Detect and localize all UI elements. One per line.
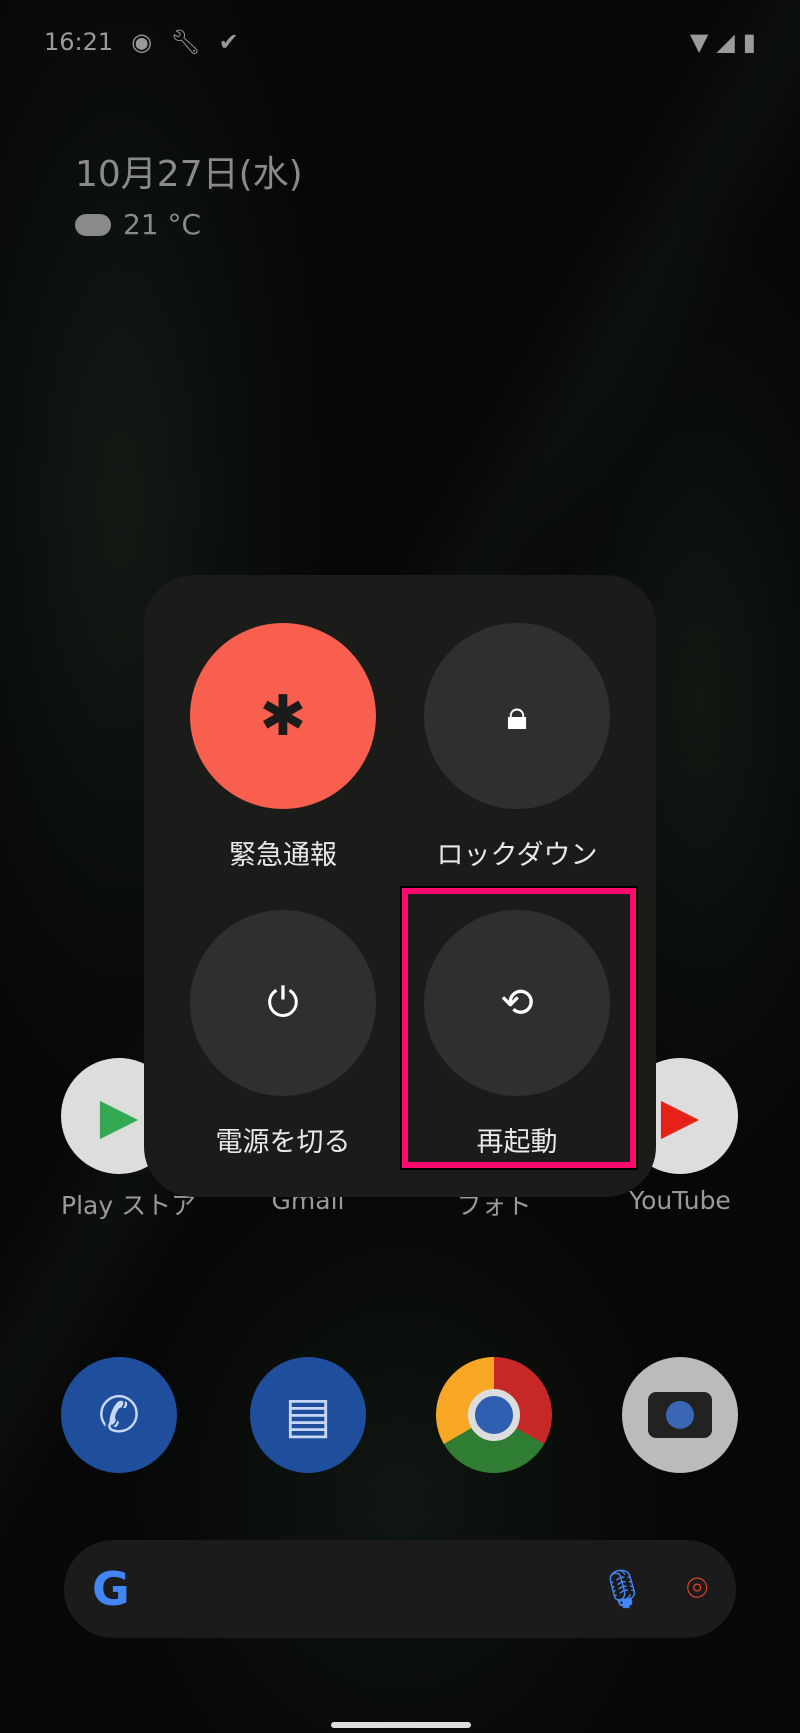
app-label: YouTube — [629, 1186, 731, 1215]
camera-icon — [622, 1357, 738, 1473]
lock-icon: 🔒︎ — [424, 623, 610, 809]
emergency-label: 緊急通報 — [229, 840, 337, 871]
dock-camera[interactable] — [622, 1357, 738, 1473]
wrench-icon: 🔧︎ — [170, 28, 201, 56]
status-bar: 16:21 ◉ 🔧︎ ✔ ▼ ◢ ▮ — [44, 22, 756, 62]
restart-highlight-box — [400, 886, 638, 1170]
emergency-button[interactable]: ✱ 緊急通報 — [190, 623, 376, 872]
temperature: 21 °C — [123, 208, 202, 241]
lockdown-button[interactable]: 🔒︎ ロックダウン — [424, 623, 610, 872]
google-g-icon: G — [92, 1562, 130, 1616]
power-off-label: 電源を切る — [215, 1127, 351, 1158]
date-widget[interactable]: 10月27日(水) — [75, 145, 303, 197]
signal-icon: ◢ — [716, 28, 735, 56]
navigation-handle[interactable] — [331, 1722, 471, 1728]
dock-phone[interactable]: ✆ — [61, 1357, 177, 1473]
weather-widget[interactable]: 21 °C — [75, 208, 201, 241]
google-search-bar[interactable]: G 🎙︎ ⌾ — [64, 1540, 736, 1638]
cloud-icon — [75, 213, 111, 236]
check-badge-icon: ✔ — [218, 28, 239, 56]
data-saver-icon: ◉ — [131, 28, 153, 56]
lockdown-label: ロックダウン — [436, 840, 598, 871]
phone-icon: ✆ — [61, 1357, 177, 1473]
asterisk-icon: ✱ — [190, 623, 376, 809]
battery-charging-icon: ▮ — [742, 28, 756, 56]
wifi-icon: ▼ — [689, 28, 709, 56]
app-label: Play ストア — [61, 1191, 197, 1220]
mic-icon[interactable]: 🎙︎ — [598, 1567, 646, 1612]
chrome-icon — [436, 1357, 552, 1473]
dock-messages[interactable]: ▤ — [250, 1357, 366, 1473]
power-icon: ⏻ — [190, 910, 376, 1096]
clock: 16:21 — [44, 28, 114, 56]
dock-chrome[interactable] — [436, 1357, 552, 1473]
lens-icon[interactable]: ⌾ — [686, 1568, 708, 1610]
power-off-button[interactable]: ⏻ 電源を切る — [190, 910, 376, 1159]
messages-icon: ▤ — [250, 1357, 366, 1473]
